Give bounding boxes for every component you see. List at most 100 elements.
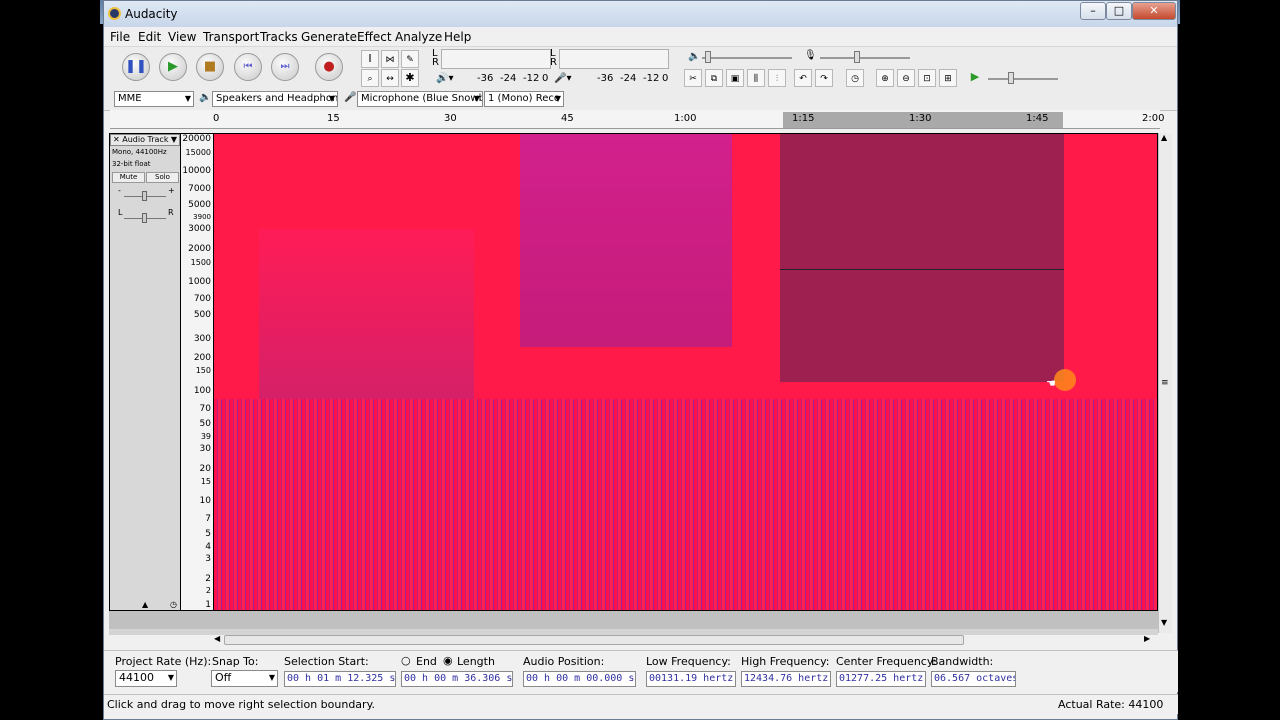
center-frequency-field[interactable]: 01277.25 hertz — [836, 671, 926, 687]
menu-edit[interactable]: Edit — [138, 30, 161, 44]
track-format-info: Mono, 44100Hz — [112, 148, 167, 156]
mute-button[interactable]: Mute — [112, 172, 145, 183]
low-frequency-field[interactable]: 00131.19 hertz — [646, 671, 736, 687]
trim-button[interactable]: ⫼ — [747, 69, 765, 87]
play-at-speed-button[interactable]: ▶ — [966, 69, 984, 87]
close-button[interactable]: ✕ — [1132, 2, 1176, 20]
maximize-button[interactable]: □ — [1106, 2, 1132, 20]
selection-length-field[interactable]: 00 h 00 m 36.306 s — [401, 671, 513, 687]
input-device-value: Microphone (Blue Snowb — [361, 93, 483, 104]
menu-transport[interactable]: Transport — [203, 30, 259, 44]
timeline-ruler[interactable]: 0 15 30 45 1:00 1:15 1:30 1:45 2:00 — [110, 110, 1164, 129]
high-frequency-field[interactable]: 12434.76 hertz — [741, 671, 831, 687]
copy-button[interactable]: ⧉ — [705, 69, 723, 87]
zoom-in-button[interactable]: ⊕ — [876, 69, 894, 87]
record-button[interactable]: ● — [315, 53, 343, 81]
stop-button[interactable]: ■ — [196, 53, 224, 81]
audio-position-field[interactable]: 00 h 00 m 00.000 s — [523, 671, 636, 687]
gain-slider-thumb[interactable] — [142, 191, 147, 201]
microphone-icon[interactable]: 🎤▾ — [554, 73, 571, 84]
speaker-icon[interactable]: 🔊▾ — [436, 73, 453, 84]
freq-label: 10 — [199, 496, 211, 506]
zoom-out-button[interactable]: ⊖ — [897, 69, 915, 87]
output-device-select[interactable]: Speakers and Headphon ▼ — [212, 91, 338, 107]
menu-generate[interactable]: Generate — [301, 30, 357, 44]
menu-file[interactable]: File — [110, 30, 130, 44]
input-device-select[interactable]: Microphone (Blue Snowb ▼ — [357, 91, 483, 107]
horizontal-scroll-region: ◀ ▶ — [109, 611, 1158, 645]
silence-button[interactable]: ⫶ — [768, 69, 786, 87]
frequency-axis[interactable]: 20000 15000 10000 7000 5000 3900 3000 20… — [181, 133, 213, 611]
length-radio[interactable]: ◉ — [443, 654, 453, 667]
scroll-grip-icon[interactable]: ≡ — [1161, 378, 1169, 388]
paste-button[interactable]: ▣ — [726, 69, 744, 87]
close-icon[interactable]: ✕ — [113, 135, 122, 144]
freq-label: 3 — [205, 554, 211, 564]
selection-start-field[interactable]: 00 h 01 m 12.325 s — [284, 671, 396, 687]
pan-slider-thumb[interactable] — [142, 213, 147, 223]
envelope-tool[interactable]: ⋈ — [381, 50, 399, 68]
output-volume-icon: 🔈 — [688, 51, 701, 62]
input-volume-icon: 🎙 — [804, 50, 817, 61]
output-volume-slider[interactable] — [702, 57, 792, 59]
menu-analyze[interactable]: Analyze — [395, 30, 442, 44]
timeshift-tool[interactable]: ↔ — [381, 69, 399, 87]
channels-select[interactable]: 1 (Mono) Reco ▼ — [484, 91, 564, 107]
draw-tool[interactable]: ✎ — [401, 50, 419, 68]
scroll-left-icon[interactable]: ◀ — [214, 634, 220, 643]
collapse-track-icon[interactable]: ▲ — [142, 600, 148, 609]
menu-tracks[interactable]: Tracks — [260, 30, 298, 44]
playback-meter[interactable] — [441, 49, 551, 69]
scissors-icon: ✂ — [689, 74, 697, 84]
end-radio[interactable]: ○ — [401, 654, 411, 667]
freq-label: 15 — [200, 477, 211, 486]
track-name-menu[interactable]: ✕ Audio Track ▼ — [110, 134, 180, 146]
pause-button[interactable]: ❚❚ — [122, 53, 150, 81]
solo-button[interactable]: Solo — [146, 172, 179, 183]
fit-project-button[interactable]: ⊞ — [939, 69, 957, 87]
menu-effect[interactable]: Effect — [357, 30, 392, 44]
menu-view[interactable]: View — [168, 30, 196, 44]
title-bar[interactable]: Audacity – □ ✕ — [104, 1, 1177, 27]
recording-meter[interactable] — [559, 49, 669, 69]
selection-tool[interactable]: I — [361, 50, 379, 68]
play-speed-slider[interactable] — [988, 78, 1058, 80]
cut-button[interactable]: ✂ — [684, 69, 702, 87]
spectral-selection-overlay[interactable] — [780, 134, 1064, 382]
output-volume-thumb[interactable] — [705, 51, 711, 63]
bandwidth-field[interactable]: 06.567 octaves — [931, 671, 1016, 687]
multi-tool[interactable]: ✱ — [401, 69, 419, 87]
menu-help[interactable]: Help — [444, 30, 471, 44]
scroll-down-icon[interactable]: ▼ — [1161, 618, 1167, 627]
input-volume-slider[interactable] — [820, 57, 910, 59]
vertical-scrollbar[interactable]: ▲ ≡ ▼ — [1158, 133, 1172, 633]
skip-to-start-button[interactable]: ⏮ — [234, 53, 262, 81]
sync-lock-icon: ◷ — [170, 600, 177, 609]
zoom-in-icon: ⊕ — [881, 74, 889, 84]
snap-to-select[interactable]: Off ▼ — [211, 670, 278, 687]
status-message: Click and drag to move right selection b… — [107, 698, 376, 711]
chevron-down-icon: ▼ — [167, 673, 174, 682]
play-speed-thumb[interactable] — [1008, 72, 1014, 84]
scroll-right-icon[interactable]: ▶ — [1144, 634, 1150, 643]
project-rate-select[interactable]: 44100 ▼ — [115, 670, 177, 687]
audio-position-label: Audio Position: — [523, 655, 605, 668]
fit-selection-button[interactable]: ⊡ — [918, 69, 936, 87]
redo-button[interactable]: ↷ — [815, 69, 833, 87]
redo-icon: ↷ — [820, 74, 828, 84]
skip-to-end-button[interactable]: ⏭ — [271, 53, 299, 81]
host-select[interactable]: MME ▼ — [114, 91, 194, 107]
undo-button[interactable]: ↶ — [794, 69, 812, 87]
sync-lock-button[interactable]: ◷ — [846, 69, 864, 87]
timeline-label: 1:15 — [792, 113, 815, 124]
timeshift-icon: ↔ — [386, 74, 394, 84]
minimize-button[interactable]: – — [1080, 2, 1106, 20]
spectrogram-view[interactable]: ☚ — [213, 133, 1158, 611]
horizontal-scroll-thumb[interactable] — [224, 635, 964, 645]
zoom-tool[interactable]: ⌕ — [361, 69, 379, 87]
freq-label: 70 — [199, 404, 211, 414]
play-button[interactable]: ▶ — [159, 53, 187, 81]
input-volume-thumb[interactable] — [854, 51, 860, 63]
scroll-up-icon[interactable]: ▲ — [1161, 133, 1167, 142]
selection-start-label: Selection Start: — [284, 655, 369, 668]
